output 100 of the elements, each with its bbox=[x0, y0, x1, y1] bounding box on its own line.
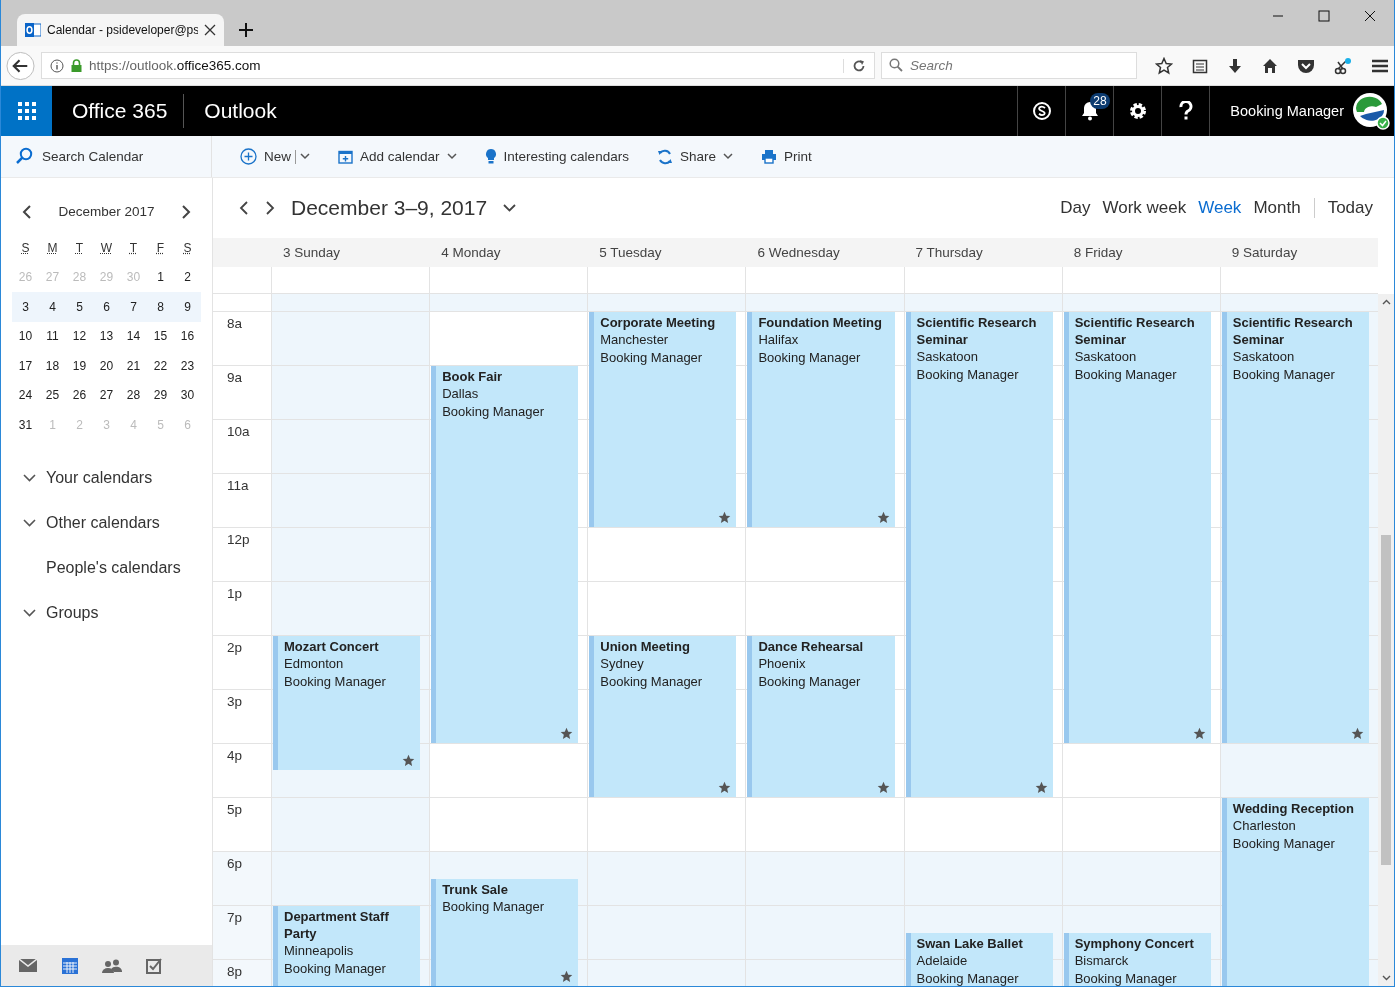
date-cell[interactable]: 17 bbox=[12, 358, 39, 373]
calendar-module-button[interactable] bbox=[60, 957, 80, 974]
date-cell[interactable]: 10 bbox=[12, 329, 39, 344]
day-header[interactable]: 7 Thursday bbox=[915, 245, 983, 260]
star-icon[interactable] bbox=[718, 511, 732, 524]
day-column[interactable]: Scientific Research Seminar Saskatoon Booking Manager Wedding Reception Charleston Booking Manager bbox=[1219, 294, 1378, 986]
scroll-up-icon[interactable] bbox=[1381, 299, 1391, 305]
date-cell[interactable]: 5 bbox=[66, 299, 93, 314]
event-card[interactable]: Foundation Meeting Halifax Booking Manager bbox=[747, 312, 895, 527]
star-icon[interactable] bbox=[560, 970, 574, 983]
calendar-group[interactable]: People's calendars bbox=[1, 545, 212, 591]
date-cell[interactable]: 23 bbox=[174, 358, 201, 373]
date-cell[interactable]: 20 bbox=[93, 358, 120, 373]
date-cell[interactable]: 16 bbox=[174, 329, 201, 344]
toolbar-button[interactable]: Share bbox=[648, 144, 741, 169]
previous-week-icon[interactable] bbox=[239, 201, 249, 215]
date-cell[interactable]: 13 bbox=[93, 329, 120, 344]
event-card[interactable]: Trunk Sale Booking Manager bbox=[431, 879, 579, 986]
tasks-module-button[interactable] bbox=[144, 957, 164, 974]
next-month-icon[interactable] bbox=[181, 204, 191, 219]
avatar-icon[interactable] bbox=[1352, 92, 1390, 130]
close-icon[interactable] bbox=[204, 24, 216, 36]
browser-tab[interactable]: Calendar - psideveloper@ps bbox=[17, 14, 224, 46]
day-column[interactable]: Scientific Research Seminar Saskatoon Booking Manager Swan Lake Ballet Adelaide Booking Manager bbox=[903, 294, 1062, 986]
event-card[interactable]: Book Fair Dallas Booking Manager bbox=[431, 366, 579, 743]
calendar-group[interactable]: Groups bbox=[1, 590, 212, 636]
event-card[interactable]: Corporate Meeting Manchester Booking Manager bbox=[589, 312, 737, 527]
pocket-icon[interactable] bbox=[1297, 57, 1315, 74]
star-icon[interactable] bbox=[876, 511, 890, 524]
week-row[interactable]: 3 4 5 6 7 8 9 bbox=[12, 292, 201, 322]
date-cell[interactable]: 31 bbox=[12, 417, 39, 432]
view-tab[interactable]: Today bbox=[1322, 198, 1378, 218]
date-cell[interactable]: 29 bbox=[147, 388, 174, 403]
date-cell[interactable]: 7 bbox=[120, 299, 147, 314]
day-header[interactable]: 5 Tuesday bbox=[599, 245, 662, 260]
day-column[interactable]: Scientific Research Seminar Saskatoon Booking Manager Symphony Concert Bismarck Booking Manager bbox=[1061, 294, 1220, 986]
event-card[interactable]: Scientific Research Seminar Saskatoon Booking Manager bbox=[1221, 312, 1369, 743]
star-icon[interactable] bbox=[1351, 727, 1364, 740]
date-cell[interactable]: 4 bbox=[39, 299, 66, 314]
reading-list-icon[interactable] bbox=[1192, 57, 1208, 74]
back-icon[interactable] bbox=[6, 50, 35, 81]
date-cell[interactable]: 25 bbox=[39, 388, 66, 403]
week-row[interactable]: 31 1 2 3 4 5 6 bbox=[12, 410, 201, 440]
event-card[interactable]: Dance Rehearsal Phoenix Booking Manager bbox=[747, 636, 895, 797]
date-cell[interactable]: 2 bbox=[174, 270, 201, 285]
new-tab-icon[interactable] bbox=[238, 22, 254, 38]
event-card[interactable]: Department Staff Party Minneapolis Booking Manager bbox=[273, 906, 421, 986]
reload-icon[interactable] bbox=[843, 58, 866, 73]
date-cell[interactable]: 28 bbox=[120, 388, 147, 403]
next-week-icon[interactable] bbox=[265, 201, 275, 215]
scroll-down-icon[interactable] bbox=[1381, 975, 1391, 981]
event-card[interactable]: Swan Lake Ballet Adelaide Booking Manager bbox=[905, 933, 1053, 986]
view-tab[interactable]: Week bbox=[1193, 198, 1247, 218]
people-module-button[interactable] bbox=[102, 958, 122, 973]
user-name[interactable]: Booking Manager bbox=[1230, 103, 1344, 119]
date-cell[interactable]: 11 bbox=[39, 329, 66, 344]
day-column[interactable]: Corporate Meeting Manchester Booking Manager Union Meeting Sydney Booking Manager bbox=[587, 294, 746, 986]
date-cell[interactable]: 8 bbox=[147, 299, 174, 314]
event-card[interactable]: Scientific Research Seminar Saskatoon Booking Manager bbox=[905, 312, 1053, 797]
date-cell[interactable]: 18 bbox=[39, 358, 66, 373]
date-cell[interactable]: 9 bbox=[174, 299, 201, 314]
day-header[interactable]: 9 Saturday bbox=[1231, 245, 1298, 260]
date-cell[interactable]: 27 bbox=[93, 388, 120, 403]
date-cell[interactable]: 12 bbox=[66, 329, 93, 344]
app-launcher-button[interactable] bbox=[1, 86, 52, 136]
date-cell[interactable]: 6 bbox=[93, 299, 120, 314]
event-card[interactable]: Symphony Concert Bismarck Booking Manager bbox=[1063, 933, 1211, 986]
day-column[interactable]: Mozart Concert Edmonton Booking Manager Department Staff Party Minneapolis Booking Manager bbox=[271, 294, 430, 986]
day-header[interactable]: 3 Sunday bbox=[283, 245, 341, 260]
event-card[interactable]: Union Meeting Sydney Booking Manager bbox=[589, 636, 737, 797]
home-icon[interactable] bbox=[1262, 57, 1278, 74]
star-icon[interactable] bbox=[876, 781, 890, 794]
day-column[interactable]: Foundation Meeting Halifax Booking Manager Dance Rehearsal Phoenix Booking Manager bbox=[745, 294, 904, 986]
day-header[interactable]: 8 Friday bbox=[1073, 245, 1123, 260]
day-header[interactable]: 4 Monday bbox=[441, 245, 501, 260]
view-tab[interactable]: Day bbox=[1055, 198, 1096, 218]
calendar-group[interactable]: Your calendars bbox=[1, 455, 212, 501]
previous-month-icon[interactable] bbox=[22, 204, 32, 219]
scrollbar[interactable] bbox=[1378, 294, 1394, 986]
date-cell[interactable]: 22 bbox=[147, 358, 174, 373]
star-icon[interactable] bbox=[560, 727, 574, 740]
maximize-icon[interactable] bbox=[1318, 10, 1330, 22]
date-cell[interactable]: 14 bbox=[120, 329, 147, 344]
search-calendar-field[interactable]: Search Calendar bbox=[1, 136, 212, 177]
menu-icon[interactable] bbox=[1371, 57, 1389, 74]
toolbar-button[interactable]: Add calendar bbox=[330, 145, 465, 168]
extension-icon[interactable] bbox=[1334, 56, 1352, 75]
date-cell[interactable]: 26 bbox=[66, 388, 93, 403]
toolbar-button[interactable]: New bbox=[232, 144, 318, 169]
star-icon[interactable] bbox=[1155, 56, 1173, 75]
date-cell[interactable]: 1 bbox=[147, 270, 174, 285]
star-icon[interactable] bbox=[402, 754, 416, 767]
week-row[interactable]: 17 18 19 20 21 22 23 bbox=[12, 351, 201, 381]
download-icon[interactable] bbox=[1227, 57, 1243, 74]
star-icon[interactable] bbox=[1034, 781, 1048, 794]
star-icon[interactable] bbox=[718, 781, 732, 794]
address-bar[interactable]: https://outlook.office365.com bbox=[41, 52, 875, 79]
date-cell[interactable]: 19 bbox=[66, 358, 93, 373]
event-card[interactable]: Mozart Concert Edmonton Booking Manager bbox=[273, 636, 421, 770]
brand-title[interactable]: Office 365 bbox=[52, 94, 185, 128]
